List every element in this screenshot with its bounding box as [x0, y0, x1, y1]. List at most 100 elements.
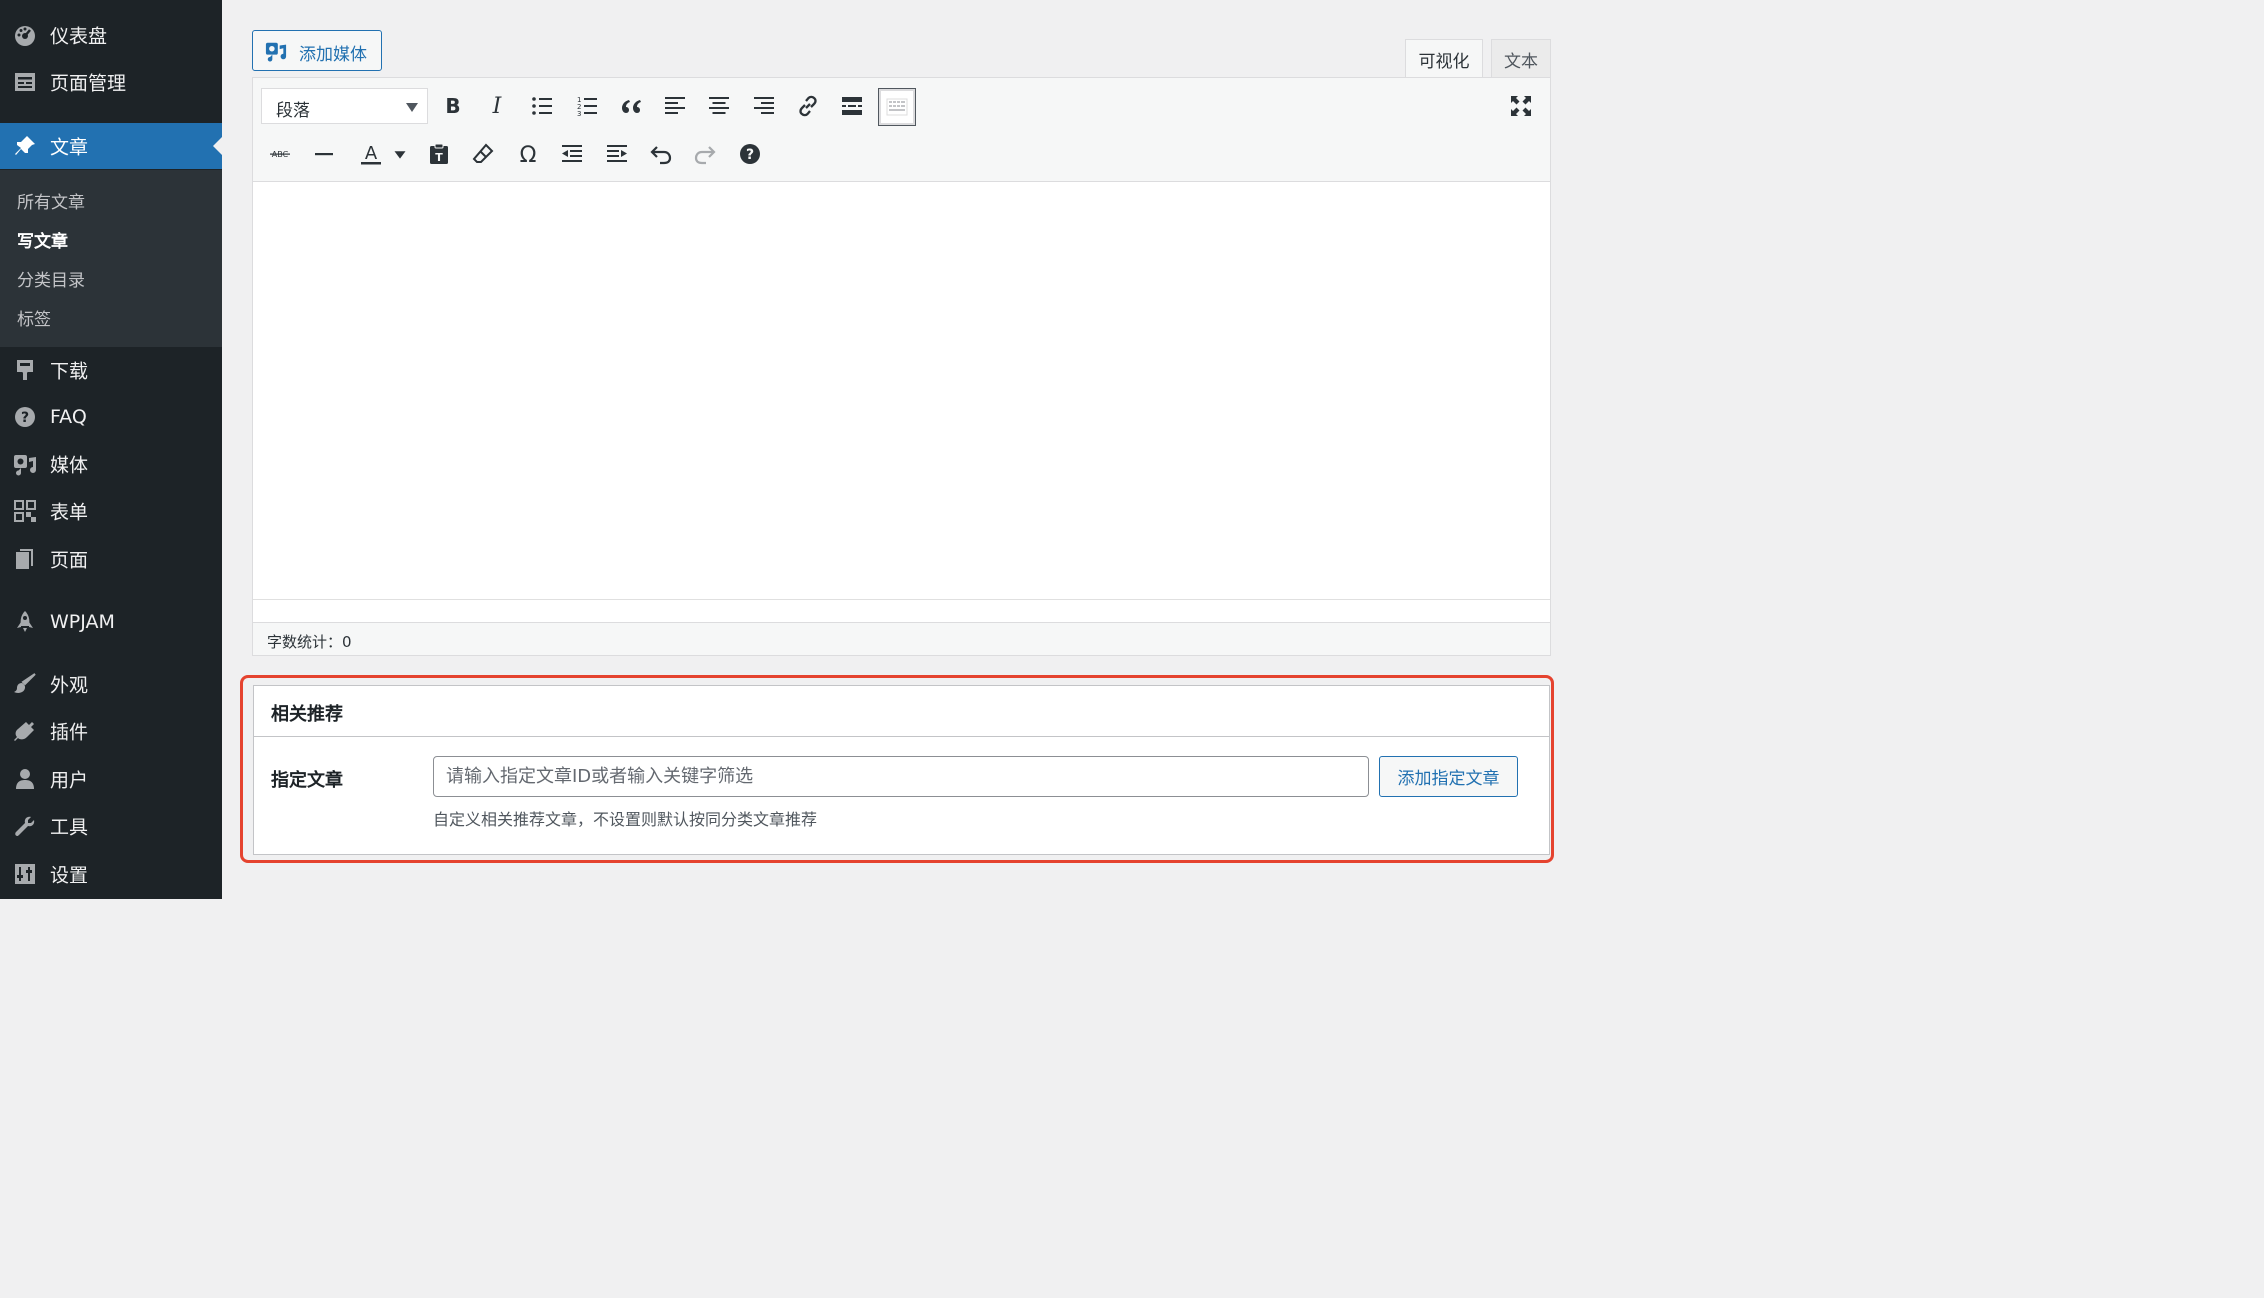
chevron-down-icon	[406, 103, 418, 112]
tab-visual[interactable]: 可视化	[1405, 39, 1483, 78]
svg-text:?: ?	[21, 410, 29, 426]
rocket-icon	[12, 609, 38, 635]
toolbar-toggle-button[interactable]	[878, 88, 916, 126]
submenu-categories[interactable]: 分类目录	[17, 266, 85, 291]
menu-label: 页面	[50, 549, 89, 572]
paste-text-button[interactable]: T	[421, 136, 457, 172]
posts-submenu: 所有文章 写文章 分类目录 标签	[0, 170, 222, 347]
strikethrough-button[interactable]: ABC	[262, 136, 298, 172]
caret-down-icon	[394, 151, 406, 159]
fullscreen-button[interactable]	[1503, 88, 1539, 124]
tools-icon	[12, 813, 38, 839]
eraser-icon	[472, 143, 494, 163]
menu-appearance[interactable]: 外观	[0, 661, 222, 707]
bold-icon: B	[445, 94, 460, 118]
page-manage-icon	[12, 69, 38, 95]
align-right-button[interactable]	[746, 88, 782, 124]
editor-statusbar: 字数统计：0	[253, 599, 1550, 655]
submenu-tags[interactable]: 标签	[17, 305, 51, 330]
settings-icon	[12, 861, 38, 887]
indent-button[interactable]	[599, 136, 635, 172]
italic-button[interactable]: I	[479, 88, 515, 124]
menu-label: 工具	[50, 816, 89, 839]
insert-more-button[interactable]	[834, 88, 870, 124]
bullet-list-icon	[532, 97, 552, 115]
metabox-header[interactable]: 相关推荐	[254, 686, 1549, 737]
insert-link-button[interactable]	[790, 88, 826, 124]
statusbar-divider	[253, 599, 1550, 601]
menu-tools[interactable]: 工具	[0, 803, 222, 849]
menu-label: 表单	[50, 501, 89, 524]
menu-wpjam[interactable]: WPJAM	[0, 599, 222, 645]
menu-media[interactable]: 媒体	[0, 441, 222, 487]
blockquote-button[interactable]	[613, 88, 649, 124]
svg-text:?: ?	[746, 147, 754, 163]
svg-text:I: I	[492, 94, 503, 118]
outdent-button[interactable]	[554, 136, 590, 172]
menu-users[interactable]: 用户	[0, 756, 222, 802]
link-icon	[799, 95, 817, 117]
related-post-search-input[interactable]	[433, 756, 1369, 797]
menu-posts[interactable]: 文章	[0, 123, 222, 169]
special-character-button[interactable]: Ω	[510, 136, 546, 172]
submenu-all-posts[interactable]: 所有文章	[17, 188, 85, 213]
horizontal-line-icon	[315, 153, 333, 156]
italic-icon: I	[492, 94, 503, 118]
menu-forms[interactable]: 表单	[0, 488, 222, 534]
svg-text:Ω: Ω	[520, 143, 537, 166]
text-color-button[interactable]: A	[351, 136, 391, 172]
keyboard-icon	[886, 98, 908, 116]
format-select-value: 段落	[276, 101, 310, 121]
text-color-icon: A	[361, 143, 381, 165]
pin-icon	[12, 133, 38, 159]
plugins-icon	[12, 718, 38, 744]
bullet-list-button[interactable]	[524, 88, 560, 124]
redo-button[interactable]	[687, 136, 723, 172]
menu-label: 仪表盘	[50, 25, 108, 48]
menu-pages[interactable]: 页面	[0, 536, 222, 582]
menu-settings[interactable]: 设置	[0, 851, 222, 897]
svg-text:B: B	[445, 94, 460, 118]
field-label: 指定文章	[271, 770, 343, 791]
add-media-button[interactable]: 添加媒体	[252, 30, 382, 71]
menu-label: 插件	[50, 721, 89, 744]
omega-icon: Ω	[520, 143, 537, 166]
help-icon: ?	[12, 404, 38, 430]
svg-text:A: A	[365, 143, 378, 164]
bold-button[interactable]: B	[435, 88, 471, 124]
align-right-icon	[754, 97, 774, 114]
align-center-button[interactable]	[701, 88, 737, 124]
menu-download[interactable]: 下载	[0, 347, 222, 393]
menu-label: 设置	[50, 864, 89, 887]
add-related-post-button[interactable]: 添加指定文章	[1379, 756, 1518, 797]
numbered-list-icon: 123	[577, 96, 597, 118]
fullscreen-icon	[1511, 96, 1531, 116]
format-select[interactable]: 段落	[261, 88, 428, 124]
svg-text:3: 3	[577, 110, 581, 118]
editor-content-area[interactable]	[253, 182, 1550, 598]
menu-plugins[interactable]: 插件	[0, 708, 222, 754]
menu-label: 下载	[50, 360, 89, 383]
dashboard-icon	[12, 22, 38, 48]
submenu-new-post[interactable]: 写文章	[17, 227, 68, 252]
menu-faq[interactable]: ? FAQ	[0, 394, 222, 440]
text-color-dropdown[interactable]	[389, 136, 411, 172]
align-left-button[interactable]	[657, 88, 693, 124]
menu-label: WPJAM	[50, 611, 115, 633]
horizontal-line-button[interactable]	[306, 136, 342, 172]
media-icon	[265, 40, 287, 62]
menu-page-manage[interactable]: 页面管理	[0, 59, 222, 105]
tab-text[interactable]: 文本	[1491, 39, 1551, 78]
download-icon	[12, 357, 38, 383]
clipboard-icon: T	[430, 143, 448, 164]
strikethrough-icon: ABC	[270, 150, 290, 159]
related-posts-metabox: 相关推荐 指定文章 添加指定文章 自定义相关推荐文章，不设置则默认按同分类文章推…	[253, 685, 1550, 855]
keyboard-shortcuts-button[interactable]: ?	[732, 136, 768, 172]
clear-formatting-button[interactable]	[465, 136, 501, 172]
menu-dashboard[interactable]: 仪表盘	[0, 12, 222, 58]
redo-icon	[694, 146, 716, 165]
menu-label: 媒体	[50, 454, 89, 477]
numbered-list-button[interactable]: 123	[569, 88, 605, 124]
undo-button[interactable]	[643, 136, 679, 172]
metabox-title: 相关推荐	[271, 704, 343, 725]
